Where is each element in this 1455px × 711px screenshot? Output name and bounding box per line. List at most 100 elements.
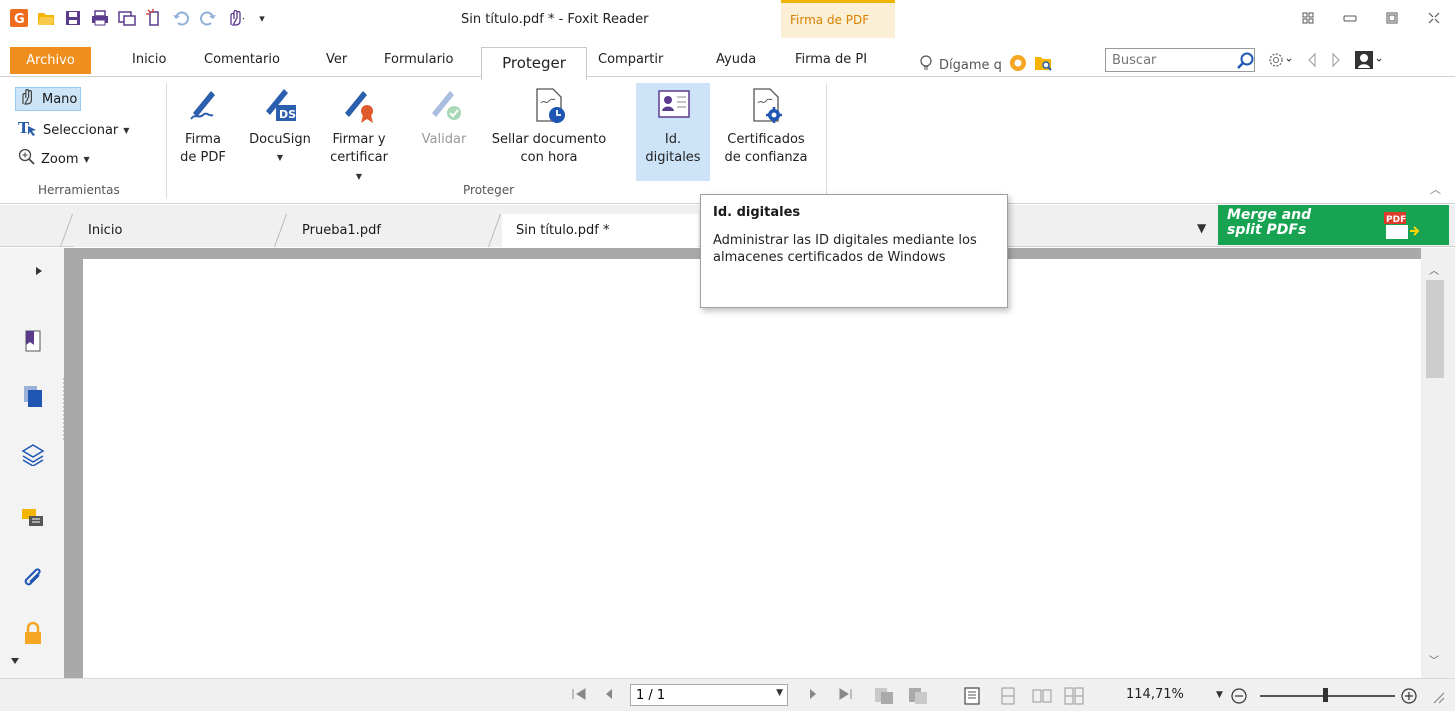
layers-icon[interactable]: [20, 441, 46, 467]
digital-id-card-icon: [651, 83, 695, 127]
first-page-icon[interactable]: [571, 687, 587, 705]
document-view[interactable]: [64, 248, 1421, 689]
tooltip-title: Id. digitales: [713, 205, 801, 220]
vertical-scrollbar[interactable]: ︿ ﹀: [1421, 248, 1455, 678]
hand-tool-icon[interactable]: [226, 9, 244, 27]
search-input[interactable]: [1106, 49, 1226, 71]
collapse-ribbon-icon[interactable]: ︿: [1430, 181, 1441, 197]
tab-file[interactable]: Archivo: [10, 47, 91, 74]
nav-forward-icon[interactable]: [1330, 52, 1342, 72]
zoom-in-icon[interactable]: [1400, 687, 1418, 709]
scan-icon[interactable]: [118, 9, 136, 27]
group-divider: [826, 83, 827, 199]
new-icon[interactable]: [145, 9, 163, 27]
maximize-icon[interactable]: [1371, 6, 1413, 30]
tab-share[interactable]: Compartir: [590, 49, 671, 75]
page-number-input[interactable]: [631, 685, 751, 705]
timestamp-document-icon: [527, 83, 571, 127]
continuous-facing-view-icon[interactable]: [1064, 687, 1084, 709]
zoom-tool-button[interactable]: Zoom ▼: [15, 147, 93, 171]
sign-certify-button[interactable]: Firmar y certificar ▼: [326, 83, 392, 186]
security-lock-icon[interactable]: [20, 620, 46, 646]
feedback-icon[interactable]: [1008, 53, 1028, 77]
tab-home[interactable]: Inicio: [124, 49, 174, 75]
minimize-icon[interactable]: [1329, 6, 1371, 30]
search-icon[interactable]: [1236, 51, 1256, 75]
ribbon: Mano T Seleccionar ▼ Zoom ▼ Herramientas…: [0, 76, 1455, 204]
print-icon[interactable]: [91, 9, 109, 27]
expand-panel-icon[interactable]: [32, 258, 46, 284]
facing-view-icon[interactable]: [1032, 687, 1052, 709]
tab-view[interactable]: Ver: [318, 49, 355, 75]
tab-comment[interactable]: Comentario: [196, 49, 288, 75]
customize-qat-icon[interactable]: ▾: [253, 9, 271, 27]
user-account-icon[interactable]: [1354, 50, 1384, 74]
svg-text:DS: DS: [279, 108, 296, 121]
select-tool-label: Seleccionar: [43, 122, 119, 138]
open-icon[interactable]: [37, 9, 55, 27]
search-box[interactable]: [1105, 48, 1255, 72]
hand-icon: [19, 88, 37, 110]
scroll-up-icon[interactable]: ︿: [1429, 262, 1439, 277]
digital-ids-button[interactable]: Id. digitales: [636, 83, 710, 181]
validate-icon: [422, 83, 466, 127]
tell-me-label: Dígame q: [939, 57, 1002, 73]
tab-help[interactable]: Ayuda: [708, 49, 764, 75]
undo-icon[interactable]: [172, 9, 190, 27]
zoom-dropdown-icon[interactable]: ▼: [1216, 690, 1223, 700]
tell-me[interactable]: Dígame q: [919, 53, 1054, 77]
previous-page-icon[interactable]: [604, 687, 614, 705]
continuous-view-icon[interactable]: [1000, 687, 1016, 709]
zoom-slider-thumb[interactable]: [1323, 688, 1328, 702]
trusted-certificates-button[interactable]: Certificados de confianza: [714, 83, 818, 167]
doc-tab-home[interactable]: Inicio: [74, 214, 288, 247]
validate-button[interactable]: Validar: [414, 83, 474, 149]
zoom-icon: [18, 148, 36, 170]
previous-view-icon[interactable]: [874, 687, 894, 709]
resize-grip-icon[interactable]: [1432, 691, 1446, 709]
zoom-level[interactable]: 114,71%: [1126, 687, 1184, 702]
search-folder-icon[interactable]: [1034, 54, 1054, 76]
tab-pdf-sign[interactable]: Firma de PI: [787, 49, 875, 75]
scroll-down-icon[interactable]: ﹀: [1429, 652, 1439, 667]
tab-form[interactable]: Formulario: [376, 49, 461, 75]
select-tool-button[interactable]: T Seleccionar ▼: [15, 118, 132, 142]
ribbon-right-controls: [1268, 50, 1384, 74]
group-divider: [166, 83, 167, 199]
close-icon[interactable]: [1413, 6, 1455, 30]
redo-icon[interactable]: [199, 9, 217, 27]
save-icon[interactable]: [64, 9, 82, 27]
pdf-sign-button[interactable]: Firma de PDF: [174, 83, 232, 167]
single-page-view-icon[interactable]: [964, 687, 980, 709]
comments-icon[interactable]: [20, 506, 46, 532]
hand-tool-button[interactable]: Mano: [15, 87, 82, 111]
docusign-button[interactable]: DS DocuSign ▼: [240, 83, 320, 167]
last-page-icon[interactable]: [838, 687, 854, 705]
tabs-dropdown-icon[interactable]: ▼: [1197, 221, 1206, 235]
doc-tab-prueba1[interactable]: Prueba1.pdf: [288, 214, 502, 247]
settings-gear-icon[interactable]: [1268, 51, 1294, 73]
attachments-icon[interactable]: [20, 566, 46, 592]
nav-back-icon[interactable]: [1306, 52, 1318, 72]
docusign-icon: DS: [258, 83, 302, 127]
zoom-dropdown-icon: ▼: [83, 154, 90, 164]
panel-scroll-down-icon[interactable]: [8, 654, 22, 668]
pages-thumbnails-icon[interactable]: [20, 383, 46, 409]
zoom-out-icon[interactable]: [1230, 687, 1248, 709]
page-number-box[interactable]: ▼: [630, 684, 788, 706]
next-page-icon[interactable]: [808, 687, 818, 705]
next-view-icon[interactable]: [908, 687, 928, 709]
sign-certify-label-2: certificar: [330, 150, 388, 165]
quick-access-toolbar: G ▾: [10, 9, 271, 27]
bookmarks-icon[interactable]: [20, 328, 46, 354]
doc-tab-untitled[interactable]: Sin título.pdf *: [502, 214, 698, 247]
pdf-page[interactable]: [83, 259, 1421, 689]
merge-split-ad[interactable]: Merge and split PDFs PDF: [1218, 205, 1449, 245]
ribbon-display-icon[interactable]: [1287, 6, 1329, 30]
timestamp-button[interactable]: Sellar documento con hora: [480, 83, 618, 167]
context-tab-header: Firma de PDF: [781, 0, 895, 38]
page-dropdown-icon[interactable]: ▼: [776, 688, 783, 698]
lightbulb-icon: [919, 54, 933, 76]
tab-protect[interactable]: Proteger: [481, 47, 587, 80]
scrollbar-thumb[interactable]: [1426, 280, 1444, 378]
